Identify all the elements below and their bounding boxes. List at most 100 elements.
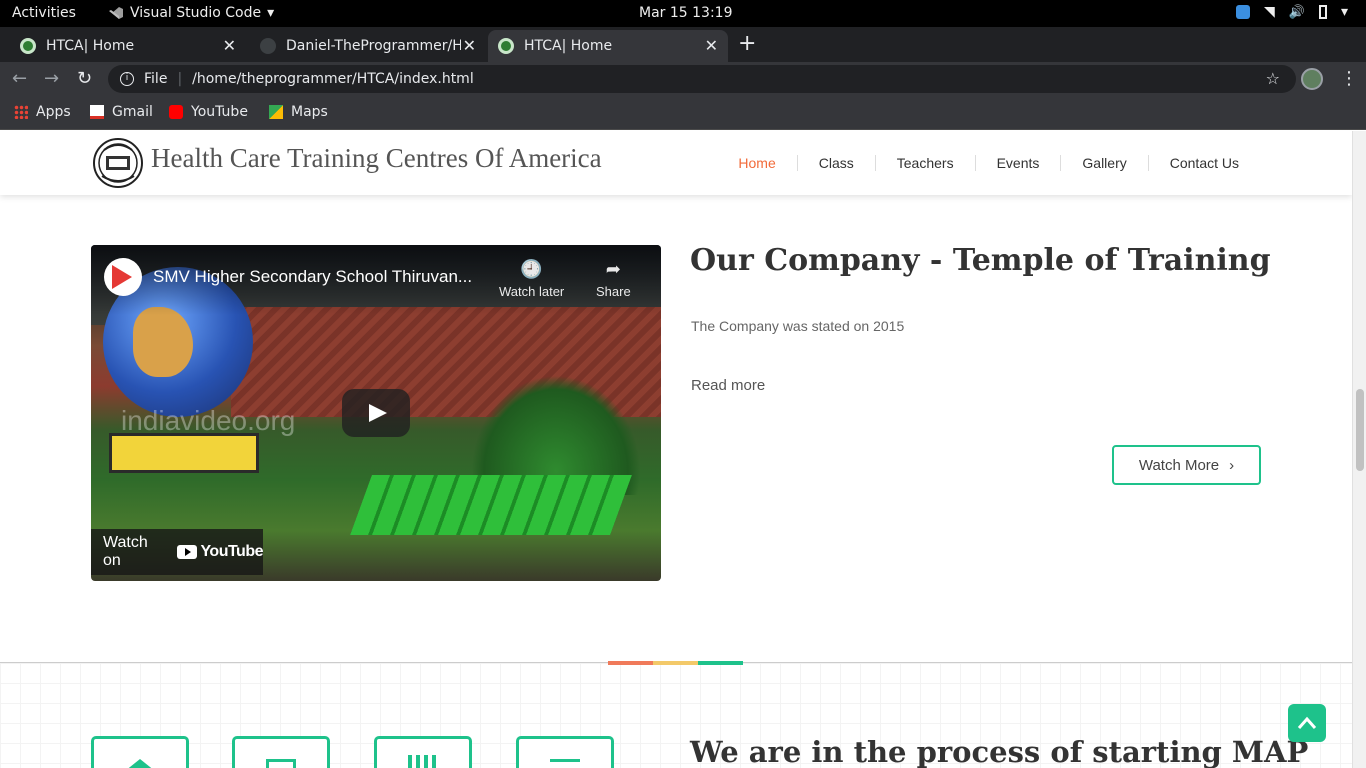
site-favicon-icon: [20, 38, 36, 54]
page-scrollbar[interactable]: [1352, 131, 1366, 768]
maps-icon: [269, 105, 283, 119]
chevron-down-icon: ▾: [267, 5, 275, 21]
share-button[interactable]: ➦ Share: [596, 259, 631, 299]
app-name: Visual Studio Code: [130, 5, 262, 21]
youtube-play-icon: [177, 545, 198, 559]
browser-toolbar: ← → ↻ i File | /home/theprogrammer/HTCA/…: [0, 62, 1366, 96]
tab-label: HTCA| Home: [46, 38, 135, 54]
chevron-right-icon: ›: [1229, 456, 1235, 474]
volume-icon[interactable]: 🔊: [1289, 5, 1305, 20]
vscode-icon: [109, 7, 123, 19]
video-title[interactable]: SMV Higher Secondary School Thiruvan...: [153, 267, 472, 287]
section-color-bar: [608, 661, 743, 665]
watch-more-button[interactable]: Watch More ›: [1112, 445, 1261, 485]
bookmark-label: Maps: [291, 104, 328, 120]
close-icon[interactable]: ✕: [705, 36, 718, 55]
profile-avatar[interactable]: [1301, 68, 1323, 90]
site-title[interactable]: Health Care Training Centres Of America: [151, 143, 602, 174]
bookmark-gmail[interactable]: Gmail: [90, 104, 153, 120]
read-more-link[interactable]: Read more: [691, 377, 765, 394]
video-thumbnail-hedge: [350, 475, 632, 535]
info-icon[interactable]: i: [120, 72, 134, 86]
system-top-bar: Activities Visual Studio Code ▾ Mar 15 1…: [0, 0, 1366, 27]
site-logo-icon[interactable]: [92, 136, 144, 190]
feature-edit-icon[interactable]: [516, 736, 614, 768]
watch-later-label: Watch later: [499, 284, 565, 299]
watch-on-youtube-button[interactable]: Watch on YouTube: [91, 529, 263, 575]
activities-button[interactable]: Activities: [12, 5, 76, 21]
battery-icon[interactable]: [1318, 5, 1327, 19]
video-watermark: indiavideo.org: [121, 405, 296, 436]
close-icon[interactable]: ✕: [463, 36, 476, 55]
github-icon: [260, 38, 276, 54]
youtube-embed[interactable]: indiavideo.org SMV Higher Secondary Scho…: [91, 245, 661, 581]
feature-briefcase-icon[interactable]: [232, 736, 330, 768]
video-thumbnail-sign: [109, 433, 259, 473]
close-icon[interactable]: ✕: [223, 36, 236, 55]
feature-utensils-icon[interactable]: [374, 736, 472, 768]
chevron-down-icon[interactable]: ▾: [1341, 4, 1348, 20]
wifi-icon[interactable]: ◥: [1264, 4, 1275, 20]
chevron-up-icon: [1297, 716, 1317, 729]
company-paragraph: The Company was stated on 2015: [691, 318, 905, 334]
scrollbar-thumb[interactable]: [1356, 389, 1364, 471]
bookmark-maps[interactable]: Maps: [269, 104, 328, 120]
app-menu[interactable]: Visual Studio Code ▾: [108, 5, 274, 21]
watch-more-label: Watch More: [1138, 456, 1220, 474]
nav-home[interactable]: Home: [717, 155, 796, 171]
share-label: Share: [596, 284, 631, 299]
forward-arrow-icon[interactable]: →: [44, 68, 59, 89]
color-bar-red: [608, 661, 653, 665]
site-header: Health Care Training Centres Of America …: [0, 131, 1352, 195]
nav-gallery[interactable]: Gallery: [1060, 155, 1147, 171]
youtube-wordmark: YouTube: [200, 543, 263, 560]
tab-label: Daniel-TheProgrammer/H: [286, 38, 461, 54]
tab-label: HTCA| Home: [524, 38, 613, 54]
address-bar[interactable]: i File | /home/theprogrammer/HTCA/index.…: [108, 65, 1296, 93]
youtube-icon: [169, 105, 183, 119]
color-bar-yellow: [653, 661, 698, 665]
bookmarks-bar: Apps Gmail YouTube Maps: [0, 96, 1366, 130]
tab-github[interactable]: Daniel-TheProgrammer/H ✕: [250, 30, 486, 62]
color-bar-green: [698, 661, 743, 665]
page-viewport: Health Care Training Centres Of America …: [0, 131, 1352, 768]
menu-kebab-icon[interactable]: ⋮: [1340, 68, 1358, 89]
gmail-icon: [90, 105, 104, 119]
clock-icon: 🕘: [520, 259, 543, 279]
bookmark-youtube[interactable]: YouTube: [169, 104, 248, 120]
app-indicator-icon[interactable]: [1236, 5, 1250, 19]
separator: |: [177, 71, 183, 87]
scheme-label: File: [144, 71, 168, 87]
reload-icon[interactable]: ↻: [77, 68, 92, 89]
apps-grid-icon: [14, 105, 28, 119]
youtube-logo: YouTube: [177, 543, 263, 561]
scroll-to-top-button[interactable]: [1288, 704, 1326, 742]
main-nav: Home Class Teachers Events Gallery Conta…: [717, 155, 1260, 171]
back-arrow-icon[interactable]: ←: [12, 68, 27, 89]
nav-events[interactable]: Events: [974, 155, 1061, 171]
tab-htca-home-active[interactable]: HTCA| Home ✕: [488, 30, 728, 62]
nav-class[interactable]: Class: [796, 155, 875, 171]
bookmark-apps[interactable]: Apps: [14, 104, 71, 120]
watch-later-button[interactable]: 🕘 Watch later: [499, 259, 564, 299]
map-heading: We are in the process of starting MAP: [690, 735, 1309, 768]
feature-graduation-icon[interactable]: [91, 736, 189, 768]
bookmark-label: Gmail: [112, 104, 153, 120]
tab-strip: HTCA| Home ✕ Daniel-TheProgrammer/H ✕ HT…: [0, 27, 1366, 62]
system-tray[interactable]: ◥ 🔊 ▾: [1236, 4, 1348, 20]
star-bookmark-icon[interactable]: ☆: [1266, 69, 1280, 88]
clock[interactable]: Mar 15 13:19: [639, 5, 732, 21]
new-tab-plus-icon[interactable]: +: [738, 31, 756, 56]
site-favicon-icon: [498, 38, 514, 54]
url-text[interactable]: /home/theprogrammer/HTCA/index.html: [192, 71, 474, 87]
channel-logo-icon[interactable]: [104, 258, 142, 296]
share-arrow-icon: ➦: [605, 259, 621, 279]
tab-htca-home-1[interactable]: HTCA| Home ✕: [10, 30, 246, 62]
watch-on-label: Watch on: [103, 534, 148, 569]
bookmark-label: YouTube: [191, 104, 248, 120]
company-heading: Our Company - Temple of Training: [690, 243, 1271, 278]
nav-teachers[interactable]: Teachers: [874, 155, 975, 171]
nav-contact-us[interactable]: Contact Us: [1147, 155, 1260, 171]
play-button[interactable]: [342, 389, 410, 437]
bookmark-label: Apps: [36, 104, 71, 120]
